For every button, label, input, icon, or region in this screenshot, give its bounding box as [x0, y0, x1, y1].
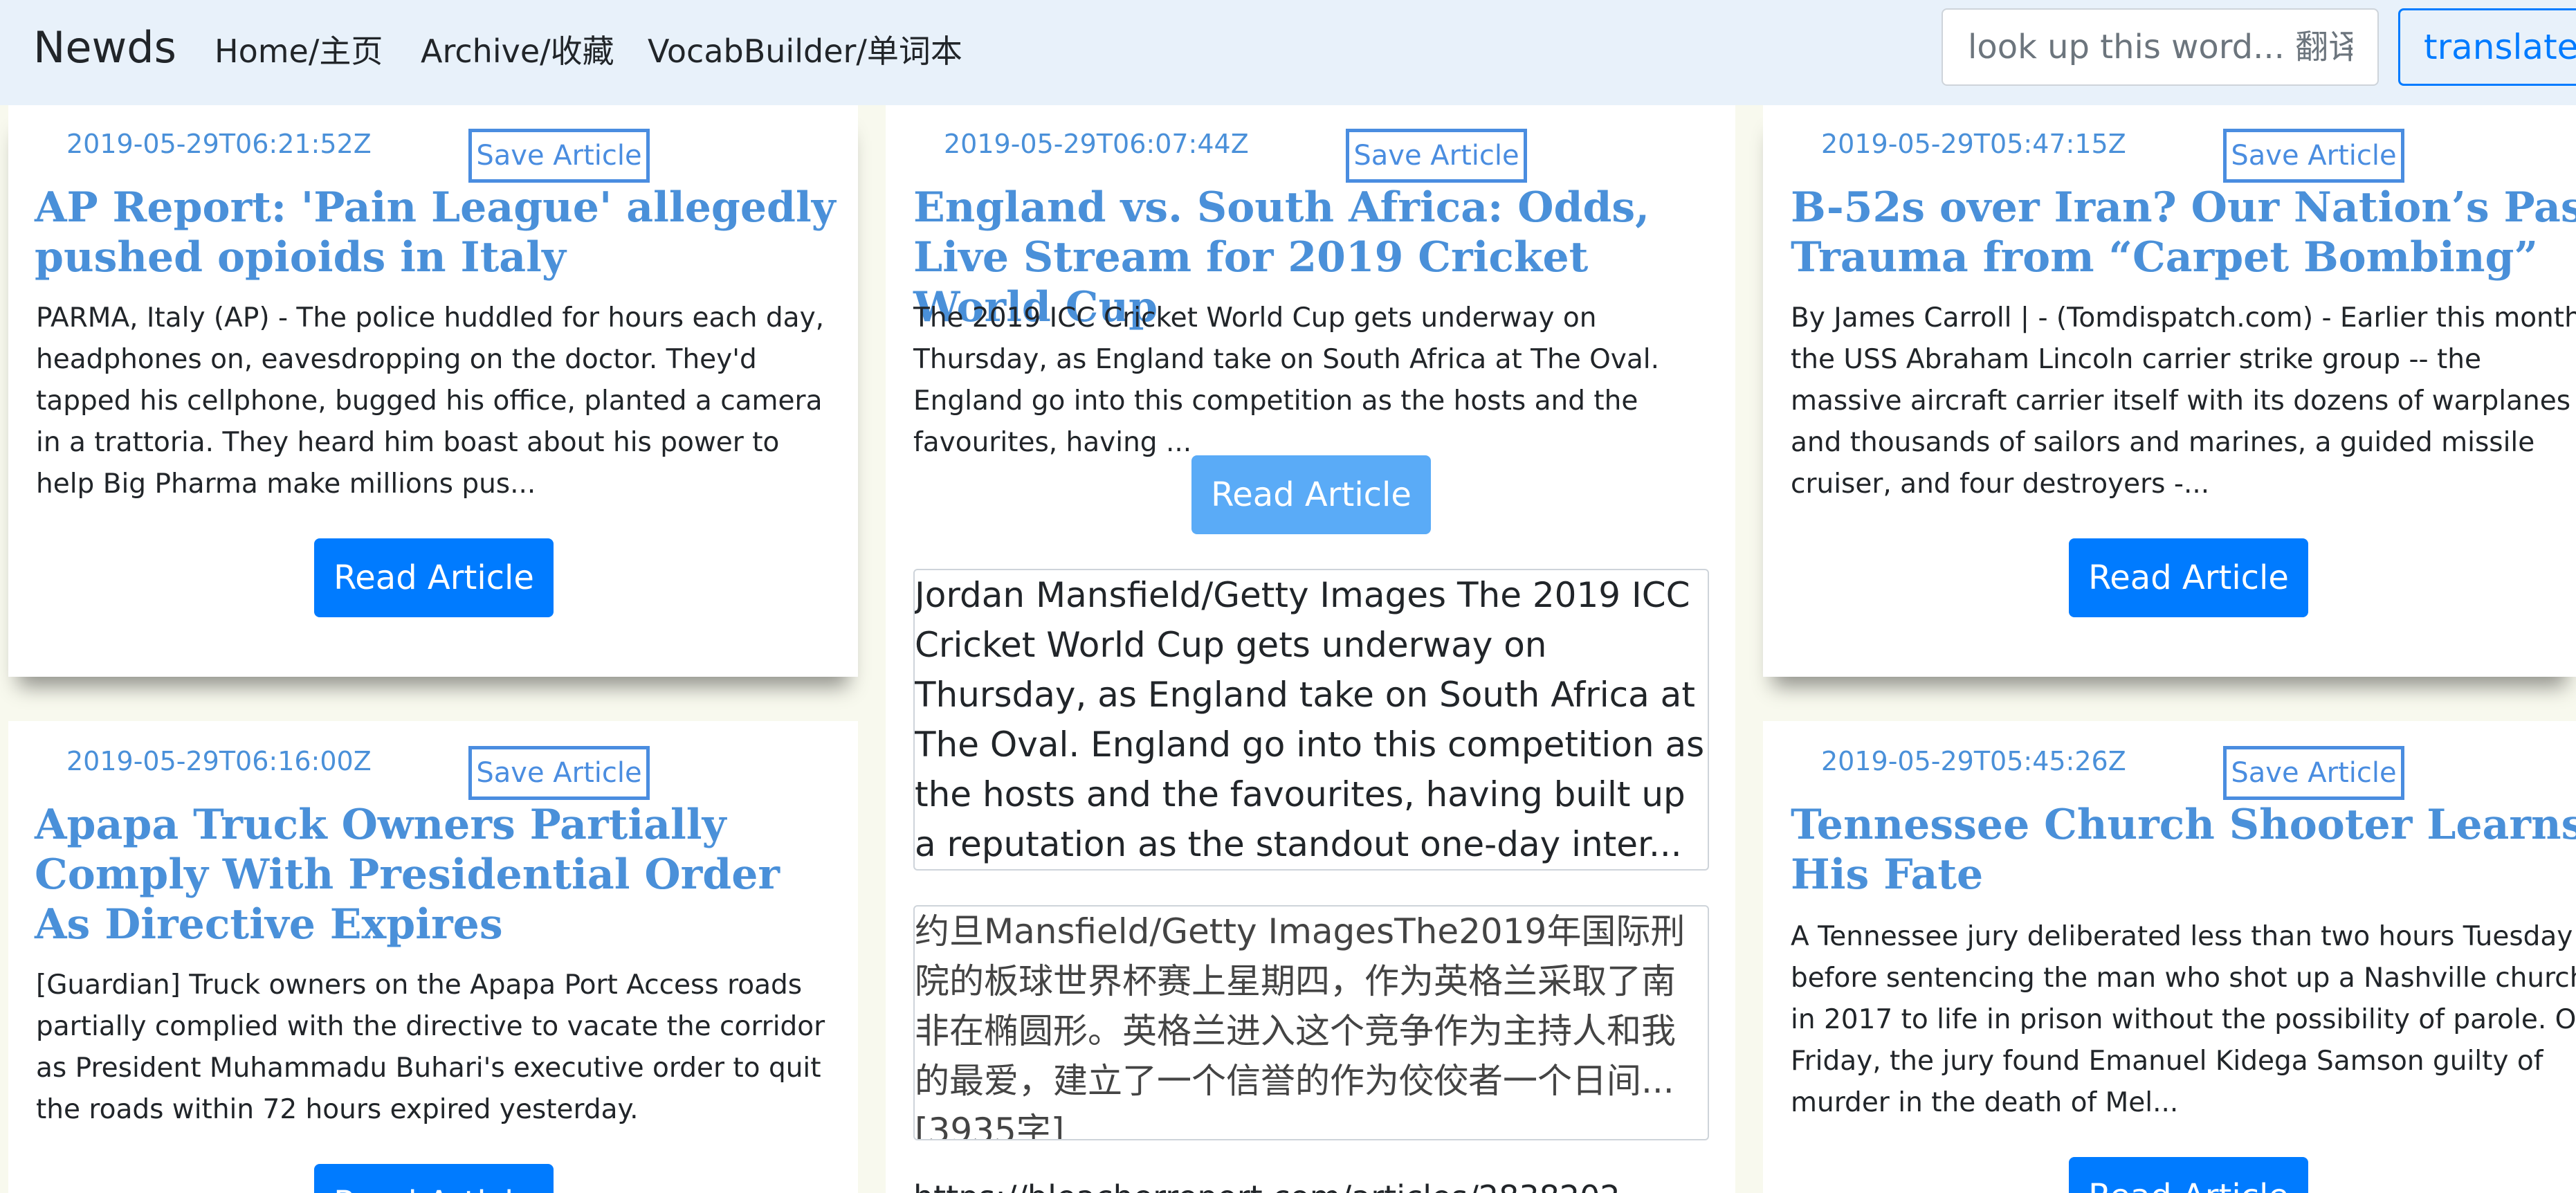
nav-link-vocab-builder[interactable]: VocabBuilder/单词本 — [648, 26, 962, 72]
nav-link-home[interactable]: Home/主页 — [214, 26, 383, 72]
word-lookup-input[interactable] — [1942, 8, 2379, 86]
read-article-button[interactable]: Read Article — [2069, 1157, 2308, 1193]
article-description: The 2019 ICC Cricket World Cup gets unde… — [913, 302, 1660, 458]
article-description: By James Carroll | - (Tomdispatch.com) -… — [1791, 302, 2576, 500]
article-card: 2019-05-29T06:16:00Z Save Article Apapa … — [8, 721, 858, 1193]
save-article-button[interactable]: Save Article — [2223, 129, 2404, 183]
article-title[interactable]: Tennessee Church Shooter Learns His Fate — [1791, 800, 2576, 900]
article-title[interactable]: B-52s over Iran? Our Nation’s Past Traum… — [1791, 183, 2576, 282]
article-url-link[interactable]: https://bleacherreport.com/articles/2838… — [913, 1176, 1620, 1193]
article-title[interactable]: AP Report: 'Pain League' allegedly pushe… — [35, 183, 837, 282]
article-date: 2019-05-29T05:47:15Z — [1821, 129, 2126, 159]
article-description: A Tennessee jury deliberated less than t… — [1791, 921, 2576, 1118]
article-card-expanded: 2019-05-29T06:07:44Z Save Article Englan… — [886, 105, 1735, 1193]
article-full-text-box[interactable]: Jordan Mansfield/Getty Images The 2019 I… — [913, 569, 1709, 871]
save-article-button[interactable]: Save Article — [2223, 746, 2404, 800]
nav-link-archive[interactable]: Archive/收藏 — [421, 26, 614, 72]
read-article-button[interactable]: Read Article — [2069, 538, 2308, 617]
translate-button[interactable]: translate — [2398, 8, 2576, 86]
article-card: 2019-05-29T05:45:26Z Save Article Tennes… — [1763, 721, 2576, 1193]
save-article-button[interactable]: Save Article — [468, 746, 650, 800]
read-article-button[interactable]: Read Article — [314, 538, 554, 617]
brand-logo[interactable]: Newds — [33, 22, 176, 73]
article-full-text: Jordan Mansfield/Getty Images The 2019 I… — [915, 575, 1705, 864]
article-date: 2019-05-29T06:07:44Z — [944, 129, 1249, 159]
read-article-button[interactable]: Read Article — [314, 1164, 554, 1193]
article-title[interactable]: Apapa Truck Owners Partially Comply With… — [35, 800, 837, 949]
article-description: [Guardian] Truck owners on the Apapa Por… — [36, 969, 825, 1125]
read-article-button[interactable]: Read Article — [1191, 455, 1431, 534]
article-card: 2019-05-29T06:21:52Z Save Article AP Rep… — [8, 105, 858, 677]
save-article-button[interactable]: Save Article — [468, 129, 650, 183]
top-navbar: Newds Home/主页 Archive/收藏 VocabBuilder/单词… — [0, 0, 2576, 105]
article-date: 2019-05-29T06:21:52Z — [66, 129, 372, 159]
save-article-button[interactable]: Save Article — [1346, 129, 1527, 183]
article-date: 2019-05-29T06:16:00Z — [66, 746, 372, 776]
article-description: PARMA, Italy (AP) - The police huddled f… — [36, 302, 825, 500]
article-card: 2019-05-29T05:47:15Z Save Article B-52s … — [1763, 105, 2576, 677]
article-translation-box[interactable]: 约旦Mansfield/Getty ImagesThe2019年国际刑院的板球世… — [913, 905, 1709, 1140]
article-translation-text: 约旦Mansfield/Getty ImagesThe2019年国际刑院的板球世… — [915, 911, 1686, 1140]
article-date: 2019-05-29T05:45:26Z — [1821, 746, 2126, 776]
